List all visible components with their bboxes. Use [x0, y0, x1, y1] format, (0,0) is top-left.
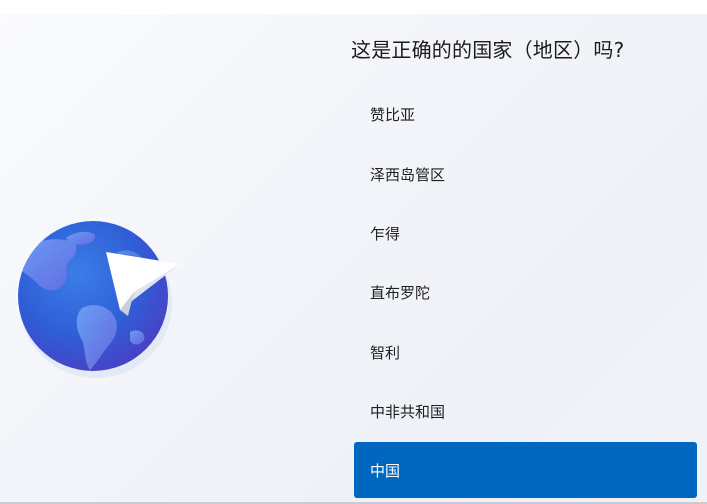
list-item[interactable]: 赞比亚 — [354, 86, 697, 142]
list-item-selected[interactable]: 中国 — [354, 442, 697, 498]
list-item[interactable]: 中非共和国 — [354, 383, 697, 439]
list-item[interactable]: 乍得 — [354, 205, 697, 261]
list-item[interactable]: 泽西岛管区 — [354, 146, 697, 202]
country-list[interactable]: 赞比亚 泽西岛管区 乍得 直布罗陀 智利 中非共和国 中国 — [354, 86, 697, 504]
list-item[interactable]: 智利 — [354, 324, 697, 380]
globe-with-paper-plane-icon — [10, 212, 190, 382]
page-title: 这是正确的的国家（地区）吗? — [351, 38, 625, 62]
top-strip — [0, 0, 707, 14]
list-item[interactable]: 直布罗陀 — [354, 264, 697, 320]
